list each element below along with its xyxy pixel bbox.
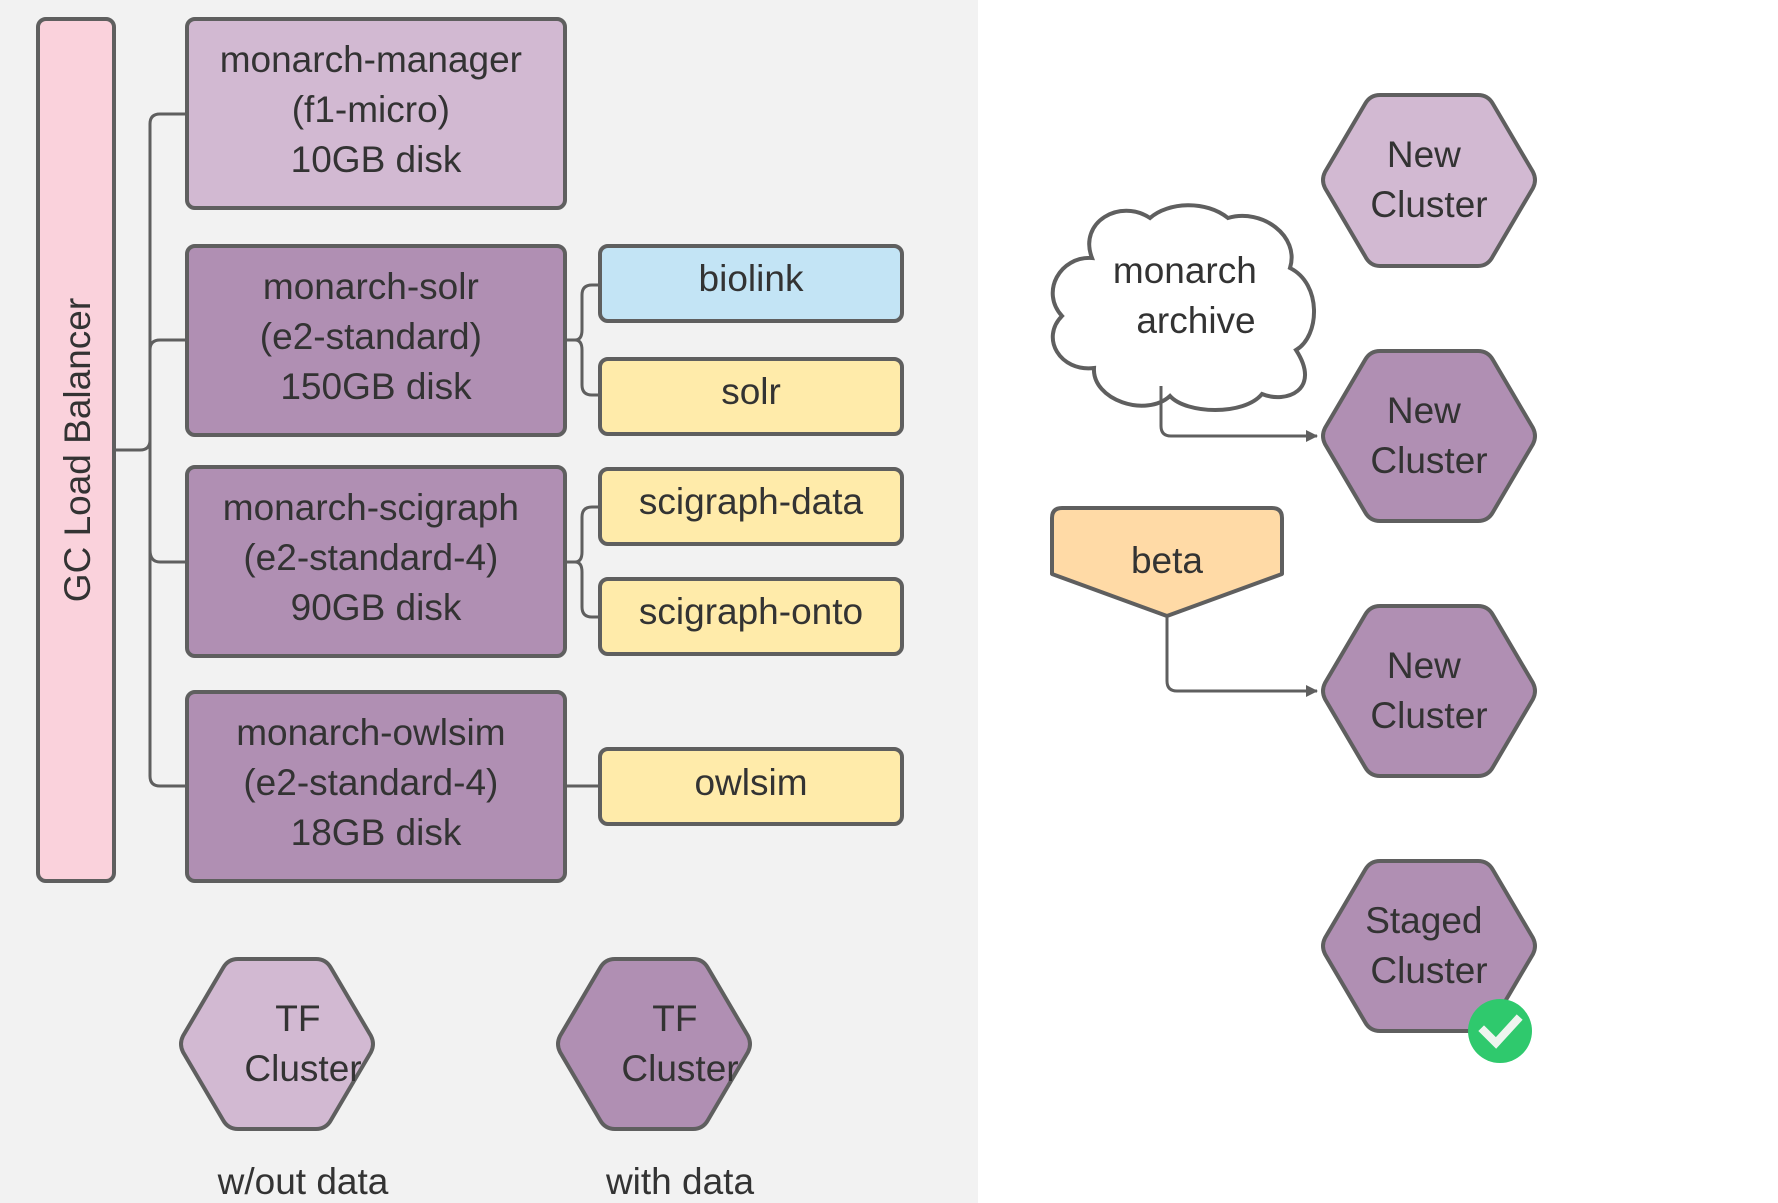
cluster-label: Staged xyxy=(1365,900,1482,941)
staged-cluster[interactable]: Staged Cluster xyxy=(1321,859,1537,1063)
legend-label: Cluster xyxy=(621,1048,738,1089)
service-label: scigraph-data xyxy=(639,481,864,522)
cluster-label: New xyxy=(1387,645,1461,686)
server-disk: 150GB disk xyxy=(280,366,472,407)
service-solr[interactable]: solr xyxy=(598,357,904,436)
service-owlsim[interactable]: owlsim xyxy=(598,747,904,826)
beta-to-cluster-arrow xyxy=(1165,616,1318,697)
legend-label: Cluster xyxy=(244,1048,361,1089)
check-icon xyxy=(1468,999,1532,1063)
server-name: monarch-scigraph xyxy=(223,487,519,528)
server-machine-type: (e2-standard-4) xyxy=(243,762,498,803)
cluster-label: Cluster xyxy=(1370,695,1487,736)
service-label: scigraph-onto xyxy=(639,591,863,632)
archive-label: monarch xyxy=(1113,250,1257,291)
server-machine-type: (f1-micro) xyxy=(292,89,450,130)
archive-label: archive xyxy=(1136,300,1255,341)
server-scigraph[interactable]: monarch-scigraph (e2-standard-4) 90GB di… xyxy=(185,465,567,658)
svg-text:monarch-solr (e2-standar: monarch-solr (e2-standard) 150GB disk xyxy=(260,266,492,407)
load-balancer-label: GC Load Balancer xyxy=(57,298,98,602)
new-cluster-without-data[interactable]: New Cluster xyxy=(1321,93,1537,268)
cluster-label: Cluster xyxy=(1370,440,1487,481)
server-name: monarch-owlsim xyxy=(236,712,505,753)
legend-caption: with data xyxy=(605,1161,755,1202)
server-name: monarch-manager xyxy=(220,39,522,80)
server-name: monarch-solr xyxy=(263,266,479,307)
server-machine-type: (e2-standard) xyxy=(260,316,482,357)
beta-environment[interactable]: beta xyxy=(1050,506,1284,618)
architecture-diagram: GC Load Balancer monarch-manager (f1-mic… xyxy=(0,0,1537,1203)
server-disk: 18GB disk xyxy=(291,812,462,853)
server-manager[interactable]: monarch-manager (f1-micro) 10GB disk xyxy=(185,17,567,210)
beta-label: beta xyxy=(1131,540,1203,581)
load-balancer[interactable]: GC Load Balancer xyxy=(36,17,116,883)
server-disk: 10GB disk xyxy=(291,139,462,180)
legend-label: TF xyxy=(275,998,320,1039)
service-label: solr xyxy=(721,371,781,412)
monarch-archive-cloud[interactable]: monarch archive xyxy=(1050,203,1316,412)
cluster-label: New xyxy=(1387,390,1461,431)
legend-label: TF xyxy=(652,998,697,1039)
server-machine-type: (e2-standard-4) xyxy=(243,537,498,578)
cluster-label: Cluster xyxy=(1370,184,1487,225)
service-scigraph-data[interactable]: scigraph-data xyxy=(598,467,904,546)
cluster-label: Cluster xyxy=(1370,950,1487,991)
service-label: biolink xyxy=(699,258,804,299)
cluster-label: New xyxy=(1387,134,1461,175)
service-biolink[interactable]: biolink xyxy=(598,244,904,323)
server-disk: 90GB disk xyxy=(291,587,462,628)
legend-caption: w/out data xyxy=(217,1161,389,1202)
new-cluster-from-archive[interactable]: New Cluster xyxy=(1321,349,1537,523)
service-scigraph-onto[interactable]: scigraph-onto xyxy=(598,577,904,656)
service-label: owlsim xyxy=(694,762,807,803)
server-owlsim[interactable]: monarch-owlsim (e2-standard-4) 18GB disk xyxy=(185,690,567,883)
server-solr[interactable]: monarch-solr (e2-standard) 150GB disk xyxy=(185,244,567,437)
new-cluster-from-beta[interactable]: New Cluster xyxy=(1321,604,1537,778)
